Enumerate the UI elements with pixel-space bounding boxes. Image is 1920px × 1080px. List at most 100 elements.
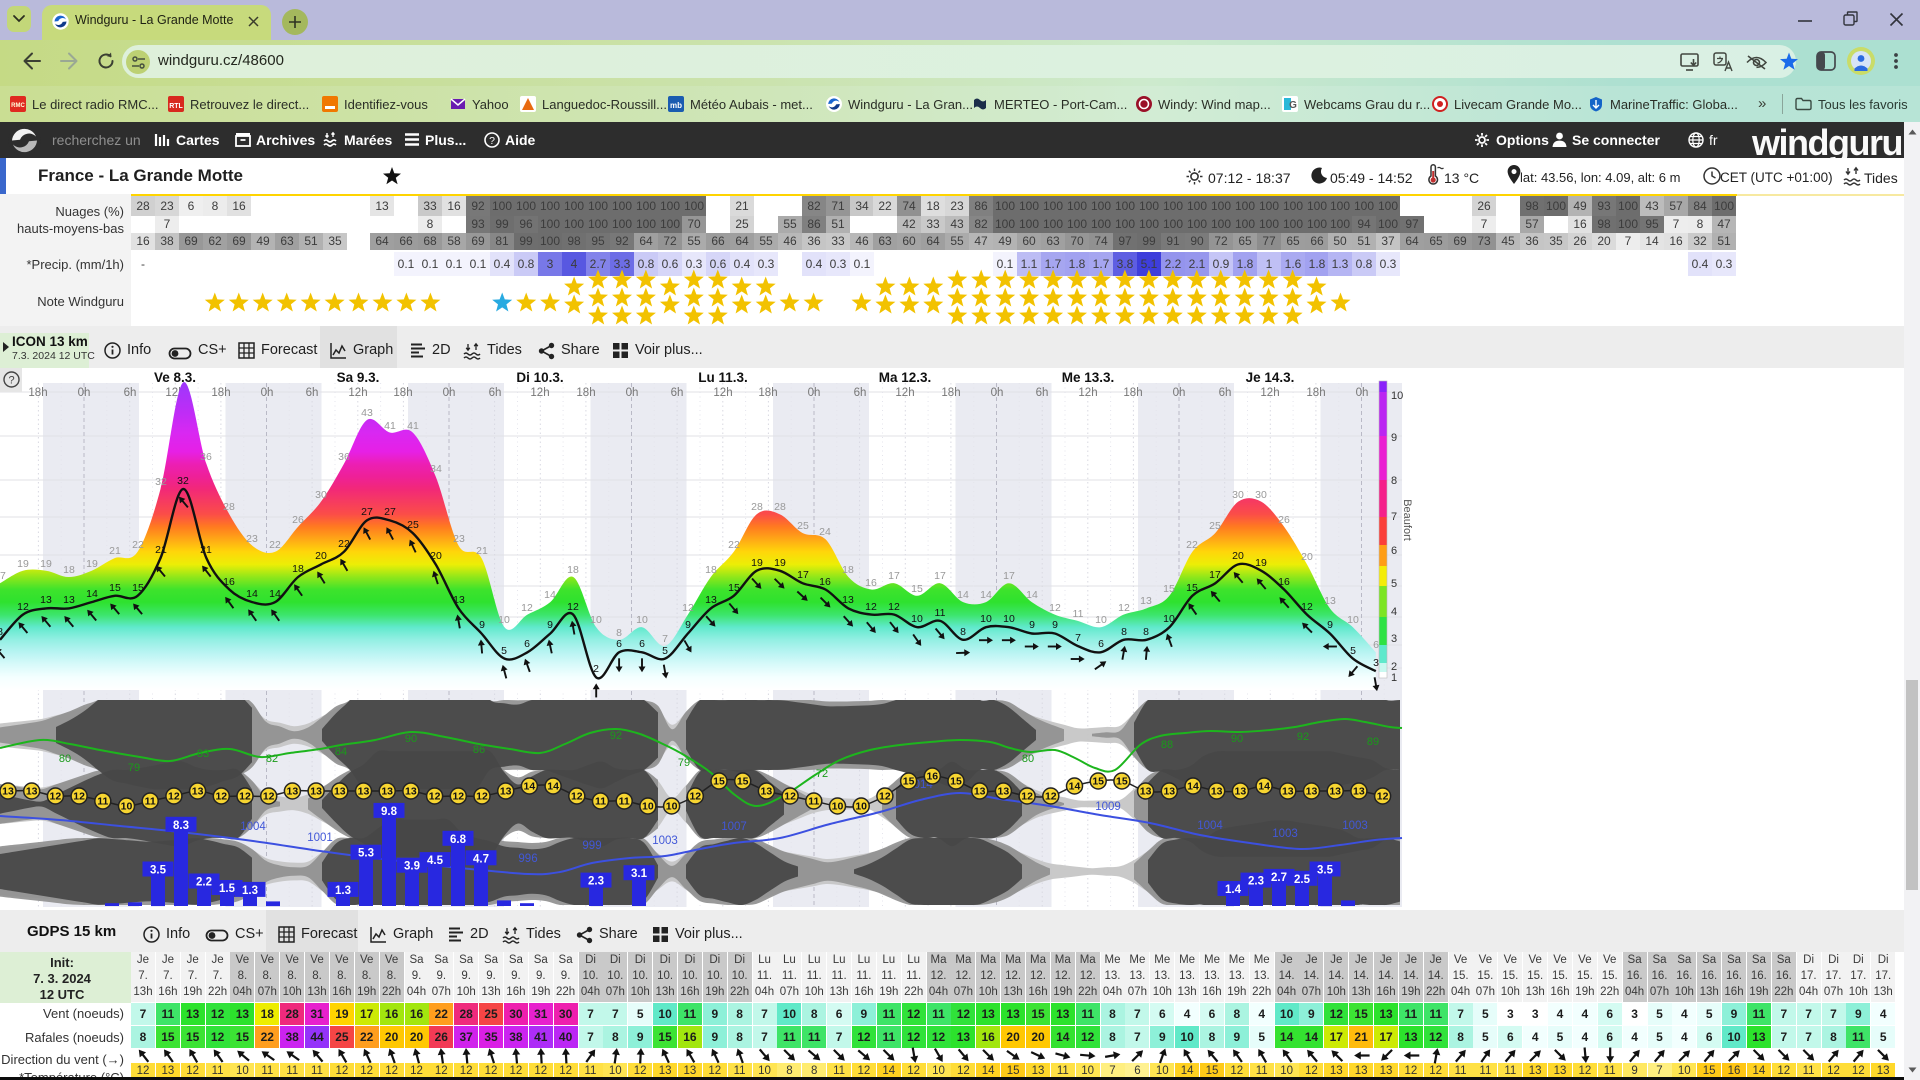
svg-text:15: 15	[737, 776, 749, 788]
svg-text:18: 18	[842, 564, 854, 576]
svg-text:9: 9	[547, 619, 553, 631]
svg-text:11: 11	[1073, 608, 1084, 620]
svg-text:21: 21	[200, 544, 212, 556]
svg-text:4.7: 4.7	[473, 853, 489, 865]
svg-text:6h: 6h	[1036, 387, 1049, 399]
svg-text:1001: 1001	[307, 832, 333, 844]
svg-text:?: ?	[8, 375, 14, 387]
svg-text:2.3: 2.3	[588, 876, 604, 888]
svg-text:20: 20	[430, 550, 442, 562]
svg-text:92: 92	[610, 730, 622, 742]
svg-text:7: 7	[1075, 632, 1081, 644]
svg-text:17: 17	[934, 570, 946, 582]
svg-text:8: 8	[1391, 475, 1397, 487]
svg-text:15: 15	[1186, 582, 1198, 594]
svg-text:13: 13	[405, 786, 417, 798]
svg-text:13: 13	[1140, 786, 1152, 798]
svg-text:6h: 6h	[1219, 387, 1232, 399]
svg-text:6h: 6h	[306, 387, 319, 399]
svg-text:12: 12	[879, 791, 891, 803]
svg-text:12: 12	[476, 791, 488, 803]
svg-text:2.5: 2.5	[1294, 874, 1311, 886]
svg-text:12: 12	[429, 791, 441, 803]
svg-text:999: 999	[582, 840, 601, 852]
svg-text:13: 13	[1140, 595, 1152, 607]
svg-text:32: 32	[177, 475, 189, 487]
svg-text:RTL: RTL	[169, 103, 183, 110]
svg-text:19: 19	[17, 558, 29, 570]
svg-text:25: 25	[407, 519, 419, 531]
svg-text:15: 15	[903, 776, 915, 788]
svg-text:88: 88	[1161, 739, 1173, 751]
svg-text:28: 28	[223, 501, 235, 513]
svg-text:1.3: 1.3	[242, 885, 258, 897]
svg-text:13: 13	[358, 786, 370, 798]
svg-text:5: 5	[1350, 645, 1356, 657]
svg-text:13: 13	[26, 786, 38, 798]
svg-text:18: 18	[63, 564, 75, 576]
svg-text:11: 11	[595, 796, 606, 808]
svg-text:12: 12	[571, 791, 583, 803]
svg-text:21: 21	[476, 545, 488, 557]
svg-text:16: 16	[819, 576, 831, 588]
svg-text:28: 28	[751, 501, 763, 513]
svg-text:15: 15	[728, 582, 740, 594]
svg-text:27: 27	[361, 506, 373, 518]
svg-text:2.7: 2.7	[1271, 872, 1287, 884]
svg-text:13: 13	[63, 594, 75, 606]
svg-text:2.2: 2.2	[196, 877, 212, 889]
svg-text:12h: 12h	[530, 387, 549, 399]
svg-text:12: 12	[168, 791, 180, 803]
svg-text:6: 6	[1373, 639, 1379, 651]
svg-text:18: 18	[567, 564, 579, 576]
svg-text:1009: 1009	[1095, 801, 1121, 813]
svg-text:22: 22	[338, 538, 350, 550]
svg-text:12: 12	[215, 791, 227, 803]
svg-text:79: 79	[678, 757, 690, 769]
svg-text:13: 13	[500, 786, 512, 798]
svg-text:18: 18	[292, 563, 304, 575]
svg-text:12: 12	[682, 602, 694, 614]
svg-text:18h: 18h	[393, 387, 412, 399]
svg-text:G: G	[1289, 100, 1297, 111]
svg-text:80: 80	[59, 753, 71, 765]
svg-text:1003: 1003	[1272, 828, 1298, 840]
svg-text:1: 1	[1391, 672, 1397, 684]
svg-text:9: 9	[1029, 619, 1035, 631]
svg-text:72: 72	[816, 768, 828, 780]
svg-text:15: 15	[1116, 776, 1128, 788]
svg-text:34: 34	[430, 463, 442, 475]
svg-text:19: 19	[774, 557, 786, 569]
svg-text:2.3: 2.3	[1248, 876, 1264, 888]
svg-text:14: 14	[246, 588, 258, 600]
svg-text:12: 12	[1049, 602, 1061, 614]
svg-text:13: 13	[1324, 595, 1336, 607]
svg-text:1003: 1003	[1342, 820, 1368, 832]
svg-text:19: 19	[40, 558, 52, 570]
svg-text:17: 17	[1003, 570, 1015, 582]
svg-text:12h: 12h	[895, 387, 914, 399]
svg-text:3: 3	[1391, 633, 1397, 645]
svg-text:12: 12	[865, 601, 877, 613]
svg-text:10: 10	[590, 614, 602, 626]
svg-text:14: 14	[547, 781, 559, 793]
svg-text:26: 26	[1278, 514, 1290, 526]
svg-text:10: 10	[1003, 613, 1015, 625]
svg-text:10: 10	[1347, 614, 1359, 626]
svg-text:16: 16	[223, 576, 235, 588]
svg-text:89: 89	[1367, 736, 1379, 748]
svg-text:14: 14	[86, 588, 98, 600]
svg-text:13: 13	[1163, 786, 1175, 798]
svg-text:18h: 18h	[28, 387, 47, 399]
svg-text:Ma 12.3.: Ma 12.3.	[879, 370, 932, 385]
svg-text:12: 12	[50, 791, 62, 803]
svg-text:9: 9	[685, 619, 691, 631]
svg-text:5.3: 5.3	[358, 848, 374, 860]
svg-text:12h: 12h	[713, 387, 732, 399]
svg-text:11: 11	[935, 607, 946, 619]
svg-text:6.8: 6.8	[450, 834, 467, 846]
svg-text:15: 15	[109, 582, 121, 594]
svg-text:13: 13	[1211, 786, 1223, 798]
svg-text:19: 19	[751, 557, 763, 569]
svg-text:8: 8	[960, 626, 966, 638]
